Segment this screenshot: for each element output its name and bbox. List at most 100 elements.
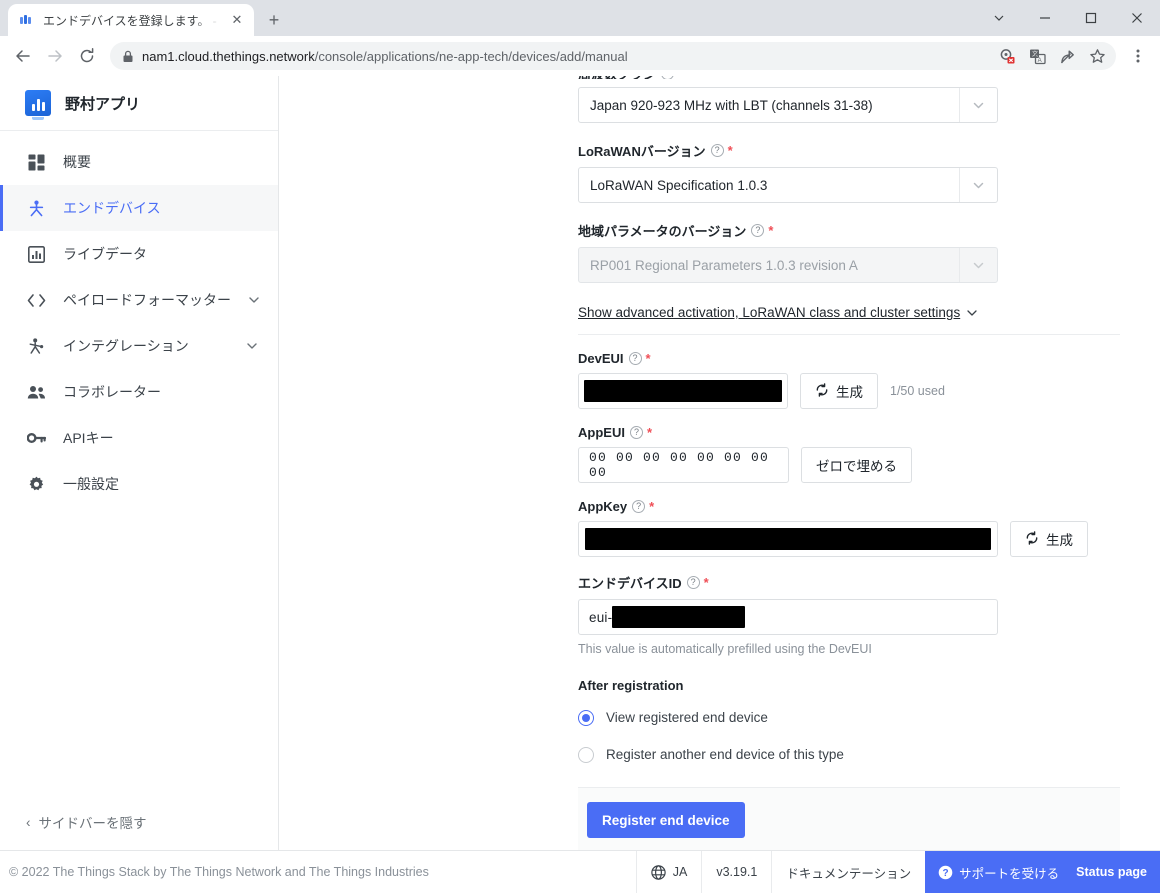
bookmark-star-icon[interactable] [1084, 43, 1110, 69]
redacted-value [584, 380, 782, 402]
chevron-down-icon[interactable] [976, 0, 1022, 36]
help-icon[interactable]: ? [628, 352, 642, 365]
reload-icon[interactable] [72, 41, 102, 71]
sidebar-brand[interactable]: 野村アプリ [0, 76, 278, 131]
app-key-label: AppKey ? * [578, 499, 655, 514]
app-eui-input[interactable]: 00 00 00 00 00 00 00 00 [578, 447, 789, 483]
help-circle-icon: ? [938, 865, 953, 880]
dev-eui-label: DevEUI ? * [578, 351, 651, 366]
frequency-plan-label: 周波数プラン ? [578, 76, 1140, 79]
chevron-down-icon[interactable] [246, 340, 258, 352]
after-registration-title: After registration [578, 678, 684, 693]
dev-eui-used-note: 1/50 used [890, 384, 945, 398]
radio-icon-selected[interactable] [578, 709, 594, 726]
help-icon[interactable]: ? [686, 576, 700, 589]
back-icon[interactable] [8, 41, 38, 71]
generate-label: 生成 [836, 385, 863, 400]
cookie-blocked-icon[interactable] [994, 43, 1020, 69]
globe-icon [651, 864, 666, 880]
sidebar-item-live-data[interactable]: ライブデータ [0, 231, 278, 277]
status-page-link[interactable]: Status page [1072, 851, 1160, 893]
sidebar-item-label: 概要 [63, 154, 91, 170]
end-device-id-label: エンドデバイスID ? * [578, 575, 709, 591]
sidebar-item-integrations[interactable]: インテグレーション [0, 323, 278, 369]
help-icon[interactable]: ? [710, 144, 724, 157]
sidebar-item-collaborators[interactable]: コラボレーター [0, 369, 278, 415]
page-viewport: 野村アプリ 概要 エンドデバイス ライブデータ ペイロードフォーマッター インテ… [0, 76, 1160, 893]
radio-view-registered-end-device[interactable]: View registered end device [578, 703, 1140, 732]
chevron-down-icon[interactable] [959, 168, 997, 202]
documentation-link[interactable]: ドキュメンテーション [771, 851, 925, 893]
close-icon[interactable]: ✕ [228, 11, 246, 29]
frequency-plan-value: Japan 920-923 MHz with LBT (channels 31-… [590, 97, 873, 113]
sidebar-item-overview[interactable]: 概要 [0, 139, 278, 185]
main-content: 周波数プラン ? Japan 920-923 MHz with LBT (cha… [279, 76, 1160, 850]
maximize-icon[interactable] [1068, 0, 1114, 36]
sidebar-item-label: インテグレーション [63, 338, 189, 354]
field-regional-parameters: 地域パラメータのバージョン ? * RP001 Regional Paramet… [283, 221, 1140, 283]
language-selector[interactable]: JA [635, 851, 702, 893]
help-icon[interactable]: ? [629, 426, 643, 439]
field-end-device-id: エンドデバイスID ? * eui- This value is automat… [283, 573, 1140, 656]
get-support-link[interactable]: ? サポートを受ける [925, 851, 1073, 893]
required-marker: * [649, 499, 655, 514]
end-device-id-input[interactable]: eui- [578, 599, 998, 635]
browser-toolbar: nam1.cloud.thethings.network/console/app… [0, 36, 1160, 76]
help-icon[interactable]: ? [751, 224, 765, 237]
page-footer: © 2022 The Things Stack by The Things Ne… [0, 850, 1160, 893]
browser-menu-icon[interactable] [1124, 41, 1152, 71]
radio-register-another-end-device[interactable]: Register another end device of this type [578, 740, 1140, 769]
live-data-icon [26, 245, 46, 263]
field-frequency-plan: 周波数プラン ? Japan 920-923 MHz with LBT (cha… [283, 76, 1140, 123]
chevron-down-icon[interactable] [959, 88, 997, 122]
help-icon[interactable]: ? [661, 76, 675, 79]
key-icon [26, 431, 46, 445]
window-close-icon[interactable] [1114, 0, 1160, 36]
help-icon[interactable]: ? [632, 500, 646, 513]
refresh-icon [815, 382, 829, 400]
share-icon[interactable] [1054, 43, 1080, 69]
chevron-down-icon[interactable] [248, 294, 260, 306]
translate-icon[interactable]: 文 A [1024, 43, 1050, 69]
sidebar-item-end-devices[interactable]: エンドデバイス [0, 185, 278, 231]
app-key-generate-button[interactable]: 生成 [1010, 521, 1088, 557]
lorawan-version-select[interactable]: LoRaWAN Specification 1.0.3 [578, 167, 998, 203]
sidebar-item-api-keys[interactable]: APIキー [0, 415, 278, 461]
collaborators-icon [26, 385, 46, 400]
minimize-icon[interactable] [1022, 0, 1068, 36]
new-tab-button[interactable]: + [260, 6, 288, 34]
sidebar-item-payload-formatters[interactable]: ペイロードフォーマッター [0, 277, 278, 323]
register-end-device-button[interactable]: Register end device [587, 802, 745, 838]
sidebar-item-label: APIキー [63, 430, 114, 446]
language-label: JA [672, 865, 688, 879]
regional-parameters-value: RP001 Regional Parameters 1.0.3 revision… [590, 257, 858, 273]
dev-eui-input[interactable] [578, 373, 788, 409]
field-app-eui: AppEUI ? * 00 00 00 00 00 00 00 00 ゼロで埋め… [283, 425, 1140, 483]
radio-label: Register another end device of this type [606, 747, 844, 762]
app-logo-icon [25, 90, 51, 116]
sidebar-item-general-settings[interactable]: 一般設定 [0, 461, 278, 507]
copyright-text: © 2022 The Things Stack by The Things Ne… [9, 865, 429, 879]
browser-tab[interactable]: エンドデバイスを登録します。 - 野村ア ✕ [8, 4, 254, 36]
end-device-icon [26, 200, 46, 217]
app-eui-row: 00 00 00 00 00 00 00 00 ゼロで埋める [578, 447, 1140, 483]
tab-title: エンドデバイスを登録します。 - 野村ア [43, 13, 220, 28]
dev-eui-generate-button[interactable]: 生成 [800, 373, 878, 409]
app-key-input[interactable] [578, 521, 998, 557]
code-brackets-icon [26, 293, 46, 308]
advanced-settings-toggle[interactable]: Show advanced activation, LoRaWAN class … [283, 305, 1140, 320]
required-marker: * [646, 425, 653, 440]
frequency-plan-select[interactable]: Japan 920-923 MHz with LBT (channels 31-… [578, 87, 998, 123]
dev-eui-row: 生成 1/50 used [578, 373, 1140, 409]
forward-icon[interactable] [40, 41, 70, 71]
radio-icon-unselected[interactable] [578, 746, 594, 763]
sidebar-item-label: 一般設定 [63, 476, 119, 492]
app-eui-fill-zeros-button[interactable]: ゼロで埋める [801, 447, 912, 483]
address-bar[interactable]: nam1.cloud.thethings.network/console/app… [110, 42, 1116, 70]
url-text: nam1.cloud.thethings.network/console/app… [142, 48, 628, 64]
browser-titlebar: エンドデバイスを登録します。 - 野村ア ✕ + [0, 0, 1160, 36]
register-end-device-form: 周波数プラン ? Japan 920-923 MHz with LBT (cha… [283, 76, 1160, 850]
version-label: v3.19.1 [701, 851, 771, 893]
sidebar-collapse-button[interactable]: ‹ サイドバーを隠す [0, 794, 278, 850]
browser-window: エンドデバイスを登録します。 - 野村ア ✕ + [0, 0, 1160, 893]
